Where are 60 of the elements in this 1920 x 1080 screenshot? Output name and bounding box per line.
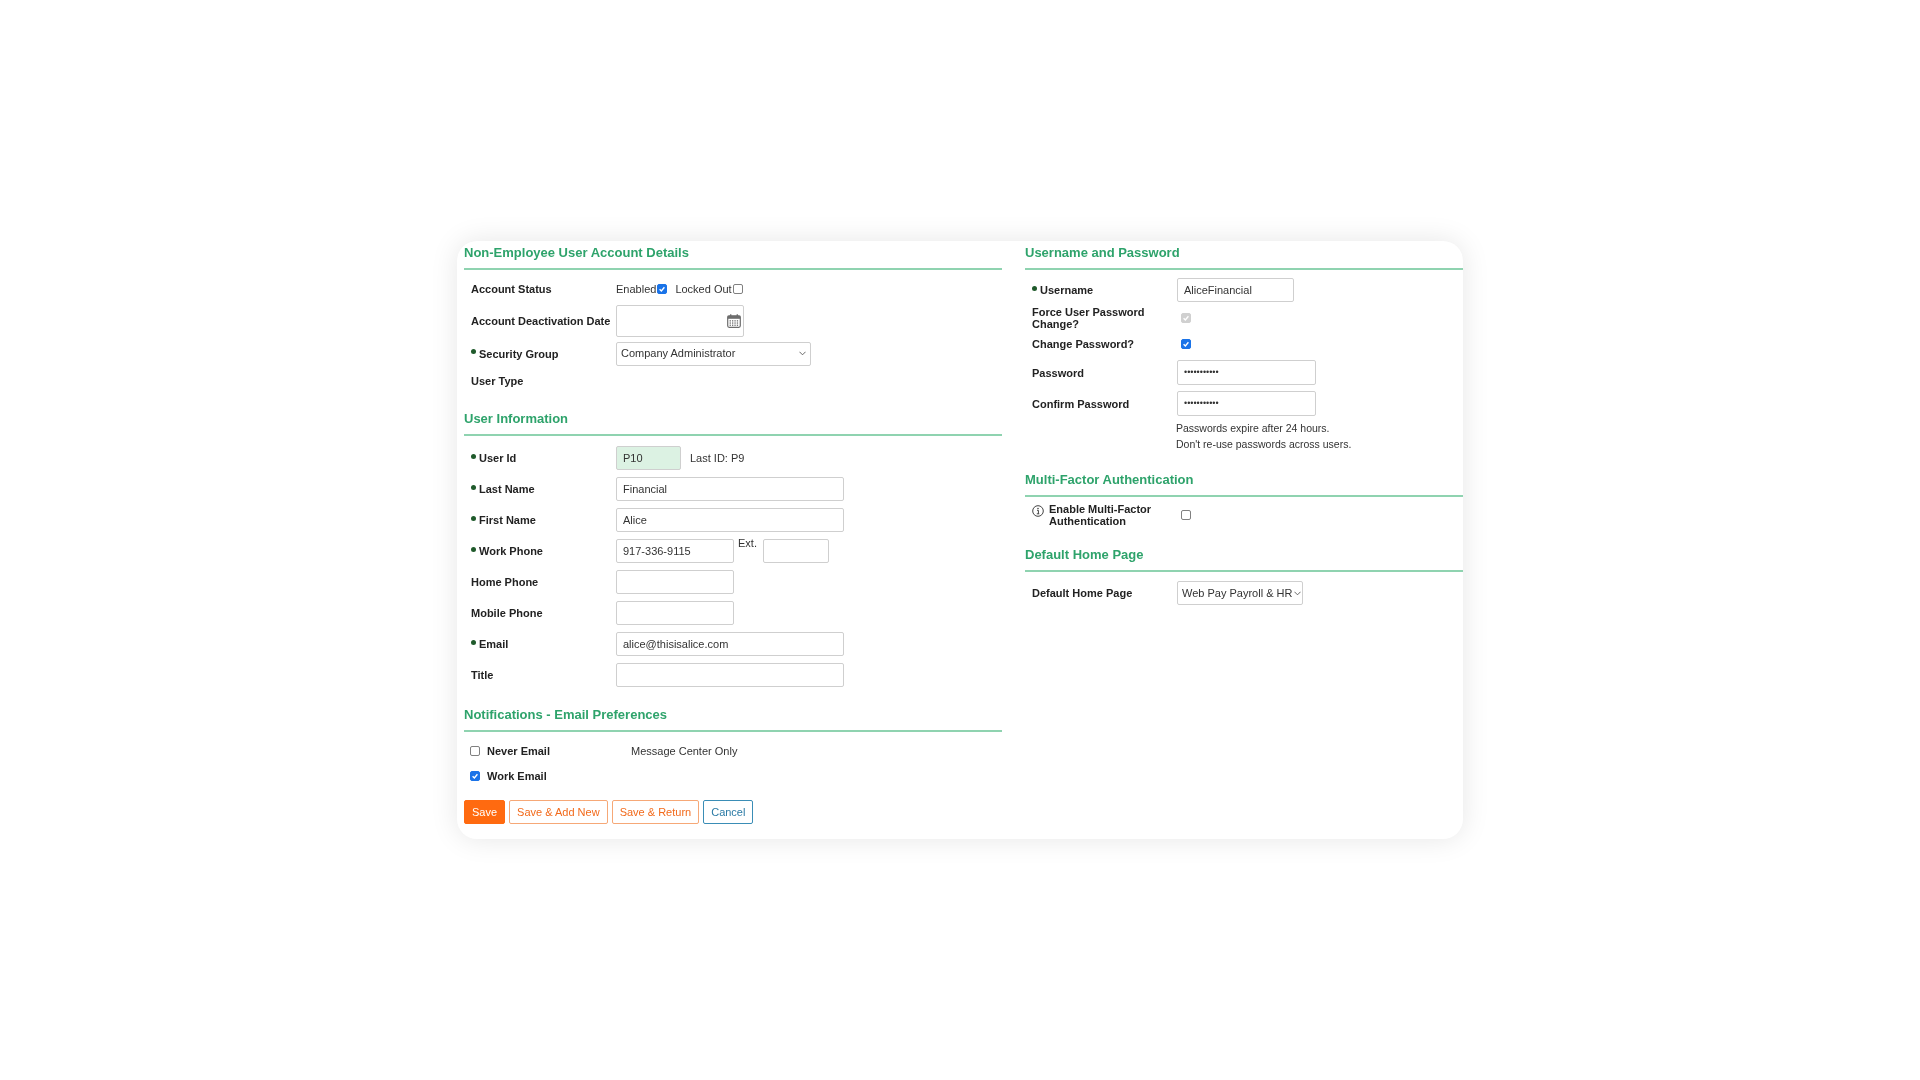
password-note: Passwords expire after 24 hours. <box>1176 421 1330 436</box>
checkbox[interactable] <box>470 771 480 781</box>
cancel-button[interactable]: Cancel <box>703 800 754 824</box>
field-label: Confirm Password <box>1032 397 1130 410</box>
info-icon <box>1032 505 1044 517</box>
option-label: Enabled <box>616 281 657 297</box>
section-heading: Non-Employee User Account Details <box>464 244 689 262</box>
input-field[interactable]: 917-336-9115 <box>616 539 734 563</box>
field-label: First Name <box>479 514 536 526</box>
field-label: Account Deactivation Date <box>471 315 611 327</box>
checkbox[interactable] <box>470 746 480 756</box>
input-field[interactable]: P10 <box>616 446 681 470</box>
field-label: Account Status <box>471 283 552 295</box>
field-label: Force User Password Change? <box>1032 306 1146 330</box>
option-label: Locked Out <box>675 281 732 297</box>
chevron-down-icon <box>1294 590 1302 596</box>
input-field[interactable] <box>616 601 734 625</box>
last-id-note: Last ID: P9 <box>690 450 745 466</box>
field-label: Enable Multi-Factor Authentication <box>1049 503 1153 527</box>
select-dropdown[interactable]: Web Pay Payroll & HR <box>1177 581 1303 605</box>
checkbox[interactable] <box>1181 339 1191 349</box>
option-note: Message Center Only <box>631 743 738 759</box>
input-field[interactable] <box>762 539 829 563</box>
section-heading: Notifications - Email Preferences <box>464 706 667 724</box>
field-label: Username <box>1040 284 1094 296</box>
option-label: Never Email <box>487 743 551 759</box>
checkbox[interactable] <box>657 284 668 294</box>
field-label: User Id <box>479 452 517 464</box>
field-label: Change Password? <box>1032 338 1135 350</box>
section-heading: Username and Password <box>1025 244 1180 262</box>
input-field[interactable]: Financial <box>616 477 844 501</box>
section-heading: Multi-Factor Authentication <box>1025 471 1194 489</box>
field-label: Default Home Page <box>1032 587 1133 599</box>
input-field[interactable] <box>616 663 844 687</box>
field-label: Title <box>471 669 494 681</box>
input-field[interactable]: Alice <box>616 508 844 532</box>
checkbox[interactable] <box>1181 510 1191 520</box>
field-label: Email <box>479 638 509 650</box>
section-heading: User Information <box>464 410 568 428</box>
input-field[interactable]: AliceFinancial <box>1177 278 1294 302</box>
section-heading: Default Home Page <box>1025 546 1144 564</box>
input-field[interactable]: ••••••••••• <box>1177 360 1316 385</box>
field-label: User Type <box>471 375 524 387</box>
select-dropdown[interactable]: Company Administrator <box>616 341 811 366</box>
option-label: Work Email <box>487 768 548 784</box>
input-field[interactable]: ••••••••••• <box>1177 391 1316 416</box>
field-label: Security Group <box>479 347 559 360</box>
calendar-icon <box>727 314 741 328</box>
field-label: Mobile Phone <box>471 607 543 619</box>
field-label: Work Phone <box>479 545 543 557</box>
date-input-field[interactable] <box>616 305 744 337</box>
chevron-down-icon <box>799 351 806 356</box>
checkbox[interactable] <box>732 284 743 294</box>
field-label: Password <box>1032 366 1084 379</box>
input-field[interactable] <box>616 570 734 594</box>
field-label: Home Phone <box>471 576 539 588</box>
field-label: Last Name <box>479 483 535 495</box>
password-note: Don't re-use passwords across users. <box>1176 437 1352 452</box>
ext-label: Ext. <box>738 536 757 551</box>
input-field[interactable]: alice@thisisalice.com <box>616 632 844 656</box>
